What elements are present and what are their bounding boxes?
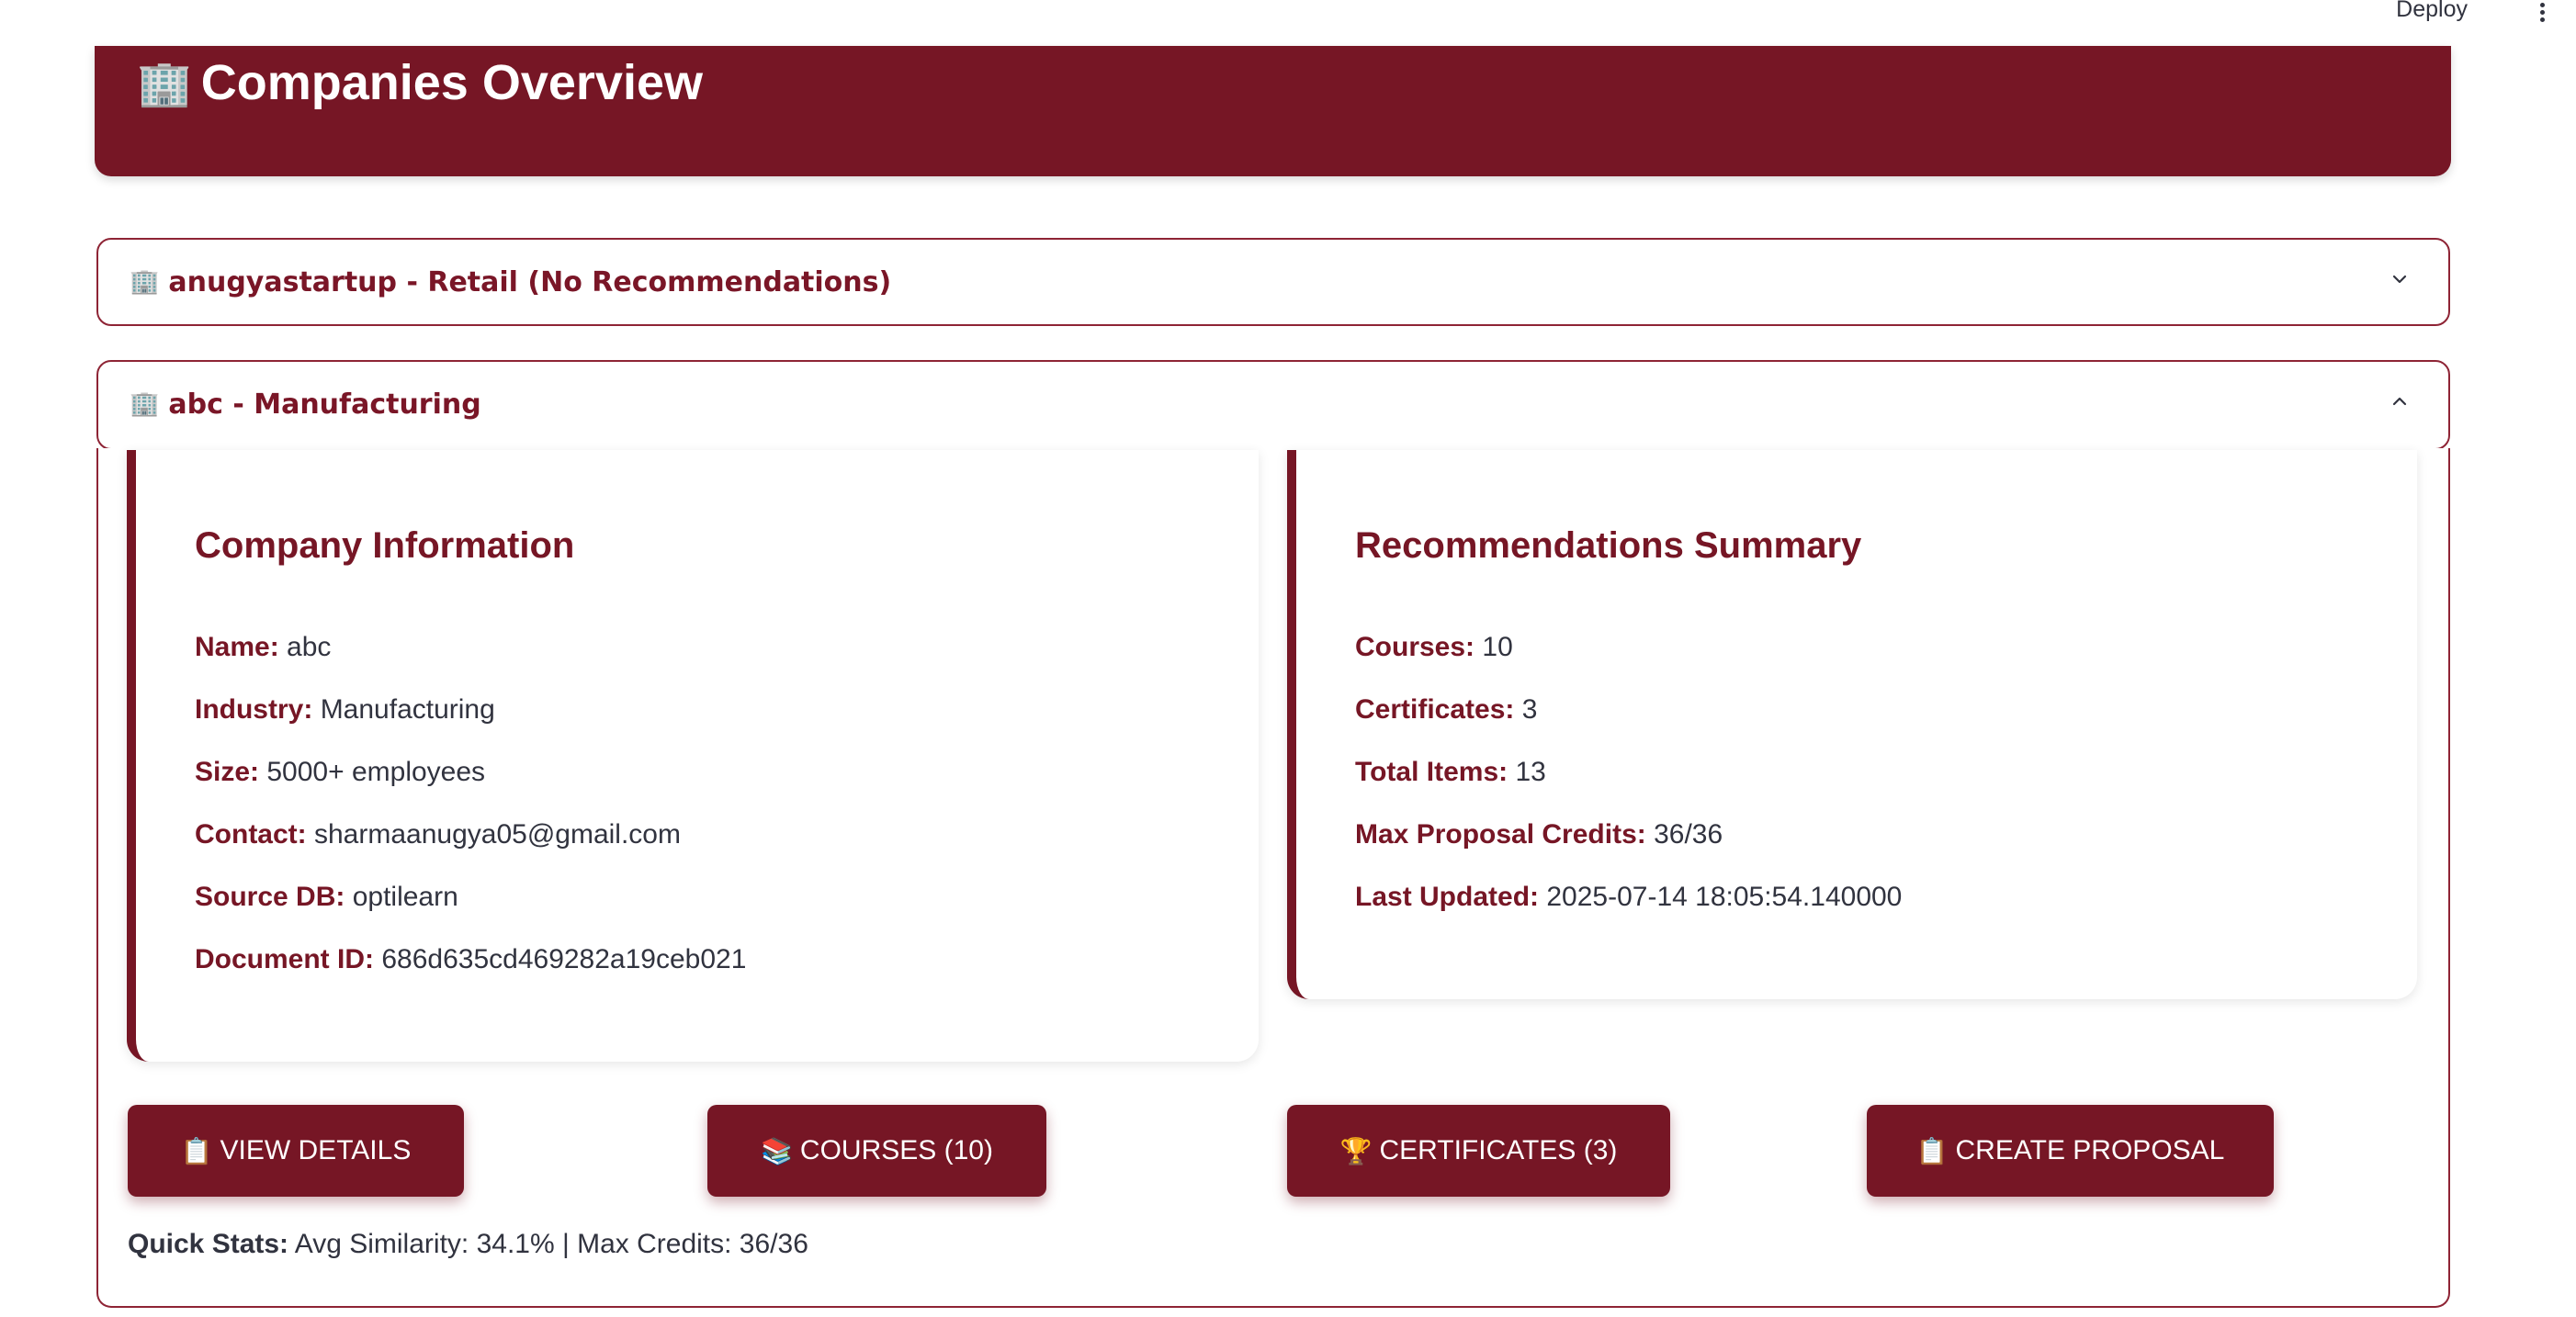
quick-stats-label: Quick Stats: <box>128 1229 289 1259</box>
building-icon: 🏢 <box>130 268 160 296</box>
rec-total-items: Total Items: 13 <box>1355 757 1546 787</box>
info-name: Name: abc <box>195 632 332 662</box>
expander-header[interactable]: 🏢 anugyastartup - Retail (No Recommendat… <box>98 240 2448 324</box>
clipboard-icon: 📋 <box>1915 1136 1949 1165</box>
rec-courses: Courses: 10 <box>1355 632 1513 662</box>
info-industry: Industry: Manufacturing <box>195 694 495 725</box>
page-title: 🏢 Companies Overview <box>137 46 703 119</box>
expander-title: abc - Manufacturing <box>168 388 481 421</box>
expander-title: anugyastartup - Retail (No Recommendatio… <box>168 265 892 298</box>
chevron-up-icon <box>2392 397 2407 406</box>
building-icon: 🏢 <box>130 390 160 418</box>
books-icon: 📚 <box>761 1136 793 1165</box>
card-heading: Recommendations Summary <box>1355 525 1862 566</box>
company-expander-abc[interactable]: 🏢 abc - Manufacturing <box>96 360 2450 450</box>
expander-header[interactable]: 🏢 abc - Manufacturing <box>98 362 2448 446</box>
info-source-db: Source DB: optilearn <box>195 882 458 912</box>
page-title-text: Companies Overview <box>200 55 703 110</box>
courses-button[interactable]: 📚 COURSES (10) <box>707 1105 1046 1197</box>
quick-stats-text: Avg Similarity: 34.1% | Max Credits: 36/… <box>288 1229 808 1259</box>
quick-stats: Quick Stats: Avg Similarity: 34.1% | Max… <box>128 1229 808 1260</box>
building-icon: 🏢 <box>137 59 192 108</box>
info-document-id: Document ID: 686d635cd469282a19ceb021 <box>195 944 747 974</box>
company-information-card: Company Information Name: abc Industry: … <box>127 450 1259 1062</box>
trophy-icon: 🏆 <box>1339 1136 1373 1165</box>
chevron-down-icon <box>2392 275 2407 284</box>
company-expander-anugyastartup[interactable]: 🏢 anugyastartup - Retail (No Recommendat… <box>96 238 2450 326</box>
card-heading: Company Information <box>195 525 575 566</box>
page-header-banner: 🏢 Companies Overview <box>95 46 2451 176</box>
info-contact: Contact: sharmaanugya05@gmail.com <box>195 819 681 850</box>
info-size: Size: 5000+ employees <box>195 757 486 787</box>
rec-last-updated: Last Updated: 2025-07-14 18:05:54.140000 <box>1355 882 1903 912</box>
top-toolbar: Deploy <box>0 0 2576 46</box>
rec-max-credits: Max Proposal Credits: 36/36 <box>1355 819 1723 850</box>
main-menu-icon[interactable] <box>2537 0 2547 22</box>
rec-certificates: Certificates: 3 <box>1355 694 1538 725</box>
deploy-button[interactable]: Deploy <box>2396 0 2468 23</box>
clipboard-icon: 📋 <box>180 1136 213 1165</box>
create-proposal-button[interactable]: 📋 CREATE PROPOSAL <box>1867 1105 2274 1197</box>
certificates-button[interactable]: 🏆 CERTIFICATES (3) <box>1287 1105 1670 1197</box>
view-details-button[interactable]: 📋 VIEW DETAILS <box>128 1105 464 1197</box>
recommendations-summary-card: Recommendations Summary Courses: 10 Cert… <box>1287 450 2417 999</box>
